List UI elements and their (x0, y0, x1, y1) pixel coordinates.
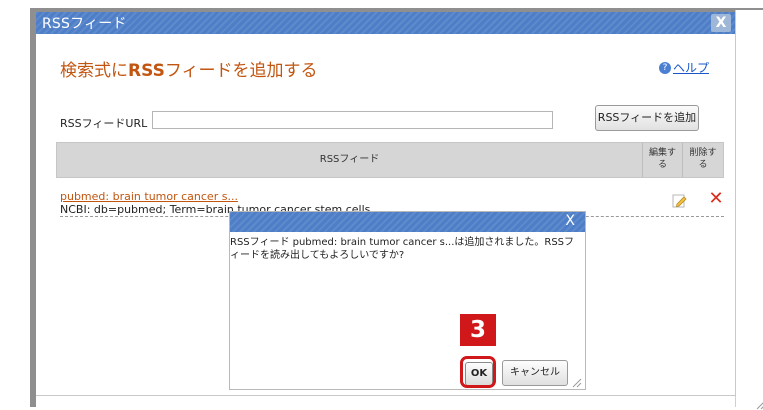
feed-table-header: RSSフィード 編集す る 削除す る (56, 142, 724, 178)
confirm-dialog-titlebar[interactable]: X (230, 212, 585, 232)
help-link-label[interactable]: ヘルプ (673, 61, 709, 75)
resize-grip-icon[interactable] (754, 398, 763, 410)
x-delete-icon[interactable]: ✕ (707, 190, 725, 208)
confirm-dialog-close-button[interactable]: X (565, 213, 575, 229)
column-header-edit: 編集す る (642, 143, 682, 177)
dialog-title: RSSフィード (42, 16, 127, 32)
heading-prefix: 検索式に (60, 61, 128, 81)
column-header-delete: 削除す る (682, 143, 723, 177)
dialog-titlebar[interactable]: RSSフィード X (36, 12, 735, 34)
dialog-close-button[interactable]: X (711, 14, 731, 32)
rss-url-input[interactable] (152, 111, 553, 129)
pencil-icon[interactable] (670, 192, 688, 210)
url-label: RSSフィードURL (60, 117, 148, 130)
confirm-dialog: X RSSフィード pubmed: brain tumor cancer s..… (229, 211, 586, 390)
resize-grip-icon[interactable] (570, 376, 582, 388)
page-heading: 検索式にRSSフィードを追加する (60, 56, 318, 81)
column-header-delete-line1: 削除す (689, 148, 717, 158)
column-header-edit-line2: る (657, 160, 667, 170)
column-header-delete-line2: る (698, 160, 708, 170)
add-rss-feed-button[interactable]: RSSフィードを追加 (595, 105, 699, 131)
help-circle-icon: ? (659, 61, 671, 74)
heading-bold: RSS (128, 61, 165, 81)
column-header-feed: RSSフィード (319, 154, 380, 165)
confirm-message: RSSフィード pubmed: brain tumor cancer s...は… (230, 237, 575, 261)
ok-button-highlight (460, 356, 496, 388)
step-number-badge: 3 (460, 314, 496, 346)
background-page-edge (735, 10, 763, 407)
feed-title-link[interactable]: pubmed: brain tumor cancer s... (60, 190, 238, 203)
help-link[interactable]: ? ヘルプ (659, 59, 709, 76)
cancel-button[interactable]: キャンセル (502, 360, 568, 386)
column-header-edit-line1: 編集す (648, 148, 676, 158)
heading-suffix: フィードを追加する (164, 61, 318, 81)
